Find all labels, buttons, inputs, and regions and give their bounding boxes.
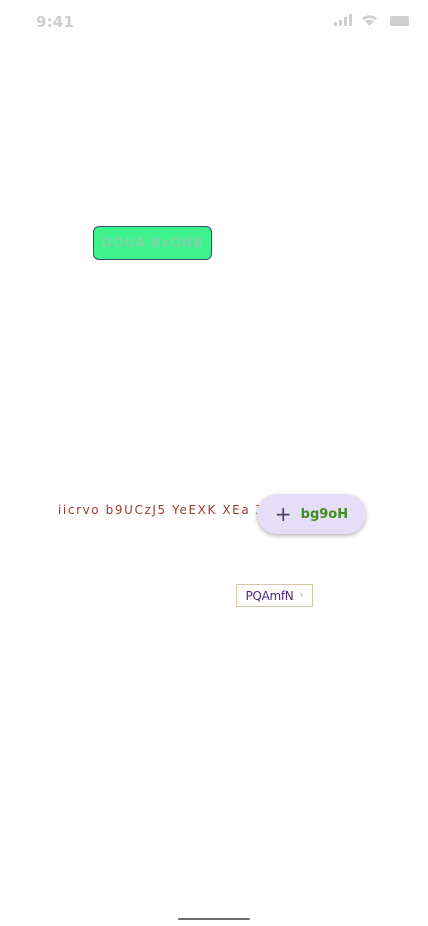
link-chip[interactable]: PQAmfN › bbox=[236, 584, 313, 607]
extended-fab-button[interactable]: + bg9oH bbox=[257, 494, 366, 534]
home-indicator[interactable] bbox=[178, 918, 250, 920]
status-time: 9:41 bbox=[36, 13, 75, 31]
status-bar: 9:41 bbox=[0, 0, 428, 44]
plus-icon: + bbox=[274, 502, 292, 526]
fab-label: bg9oH bbox=[300, 506, 349, 522]
signal-icon bbox=[334, 14, 352, 26]
chip-label: PQAmfN bbox=[245, 588, 294, 603]
battery-icon bbox=[390, 16, 409, 26]
green-action-button-label: DOUA BxONB bbox=[101, 235, 204, 251]
green-action-button[interactable]: DOUA BxONB bbox=[93, 226, 212, 260]
chevron-right-icon: › bbox=[299, 590, 304, 601]
wifi-icon bbox=[362, 15, 377, 26]
